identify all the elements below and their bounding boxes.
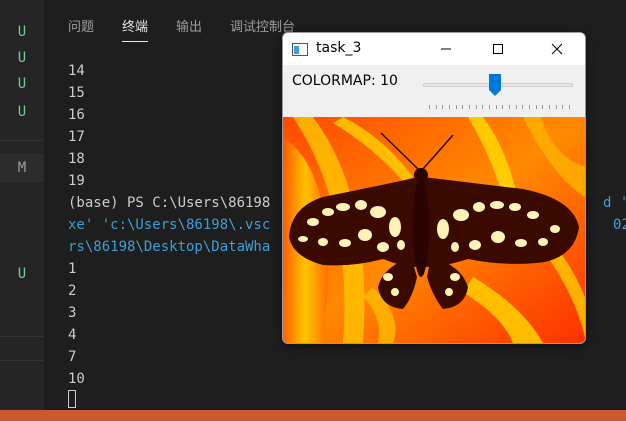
command-path-line: xe' 'c:\Users\86198\.vsc	[68, 217, 271, 233]
trackbar-tick	[509, 105, 510, 109]
terminal-cursor	[68, 390, 76, 408]
minimize-button[interactable]	[423, 33, 469, 65]
trackbar-tick	[449, 105, 450, 109]
output-line: 7	[68, 349, 77, 365]
git-status-untracked: U	[17, 266, 27, 282]
git-status-modified[interactable]: M	[0, 154, 44, 182]
trackbar-tick	[535, 105, 537, 109]
prompt-line: (base) PS C:\Users\86198	[68, 195, 271, 211]
window-app-icon	[292, 43, 308, 56]
trackbar-tick	[522, 105, 524, 109]
colormap-image	[283, 117, 585, 343]
trackbar-tick	[569, 105, 570, 109]
trackbar-tick	[555, 105, 557, 109]
tab-terminal[interactable]: 终端	[122, 16, 149, 42]
output-line: 15	[68, 85, 85, 101]
source-control-gutter: U U U U M U	[0, 0, 44, 421]
trackbar-label: COLORMAP: 10	[292, 73, 398, 89]
command-path-line: rs\86198\Desktop\DataWha	[68, 239, 271, 255]
trackbar-tick	[562, 105, 564, 109]
slider-thumb-icon	[488, 74, 501, 96]
divider	[0, 360, 44, 361]
divider	[0, 336, 44, 337]
close-button[interactable]	[534, 33, 580, 65]
trackbar-tick	[542, 105, 544, 109]
maximize-button[interactable]	[475, 33, 521, 65]
output-line: 10	[68, 371, 85, 387]
trackbar-thumb[interactable]	[488, 73, 502, 97]
trackbar-tick	[529, 105, 530, 109]
minimize-icon	[441, 48, 451, 50]
trackbar-tick	[435, 105, 437, 109]
trackbar-tick	[469, 105, 470, 109]
close-icon	[551, 43, 563, 55]
trackbar-tick	[549, 105, 550, 109]
status-bar	[0, 410, 626, 421]
output-line: 3	[68, 305, 77, 321]
divider	[0, 140, 44, 141]
trackbar-tick	[489, 105, 490, 109]
output-line: 2	[68, 283, 77, 299]
trackbar-tick	[515, 105, 517, 109]
git-status-untracked: U	[17, 104, 27, 120]
output-line: 18	[68, 151, 85, 167]
command-path-tail: 022.2	[613, 217, 626, 233]
trackbar-tick	[482, 105, 484, 109]
output-line: 16	[68, 107, 85, 123]
trackbar-ticks	[429, 105, 570, 111]
trackbar-tick	[429, 105, 430, 109]
output-line: 1	[68, 261, 77, 277]
window-titlebar[interactable]: task_3	[283, 33, 585, 65]
trackbar-tick	[455, 105, 457, 109]
window-title: task_3	[316, 40, 362, 56]
output-line: 19	[68, 173, 85, 189]
output-line: 14	[68, 63, 85, 79]
trackbar-tick	[502, 105, 504, 109]
tab-output[interactable]: 输出	[176, 16, 202, 42]
output-line: 4	[68, 327, 77, 343]
trackbar-tick	[442, 105, 444, 109]
terminal-output[interactable]: 14 15 16 17 18 19 (base) PS C:\Users\861…	[68, 0, 626, 387]
butterfly-image	[283, 117, 585, 343]
git-status-untracked: U	[17, 76, 27, 92]
trackbar-tick	[475, 105, 477, 109]
maximize-icon	[493, 44, 503, 54]
opencv-window[interactable]: task_3 COLORMAP: 10	[282, 32, 586, 344]
trackbar-tick	[495, 105, 497, 109]
trackbar-tick	[462, 105, 464, 109]
output-line: 17	[68, 129, 85, 145]
git-status-untracked: U	[17, 50, 27, 66]
trackbar-area: COLORMAP: 10	[283, 65, 585, 117]
git-status-untracked: U	[17, 24, 27, 40]
prompt-tail: d 'c:	[603, 195, 626, 211]
